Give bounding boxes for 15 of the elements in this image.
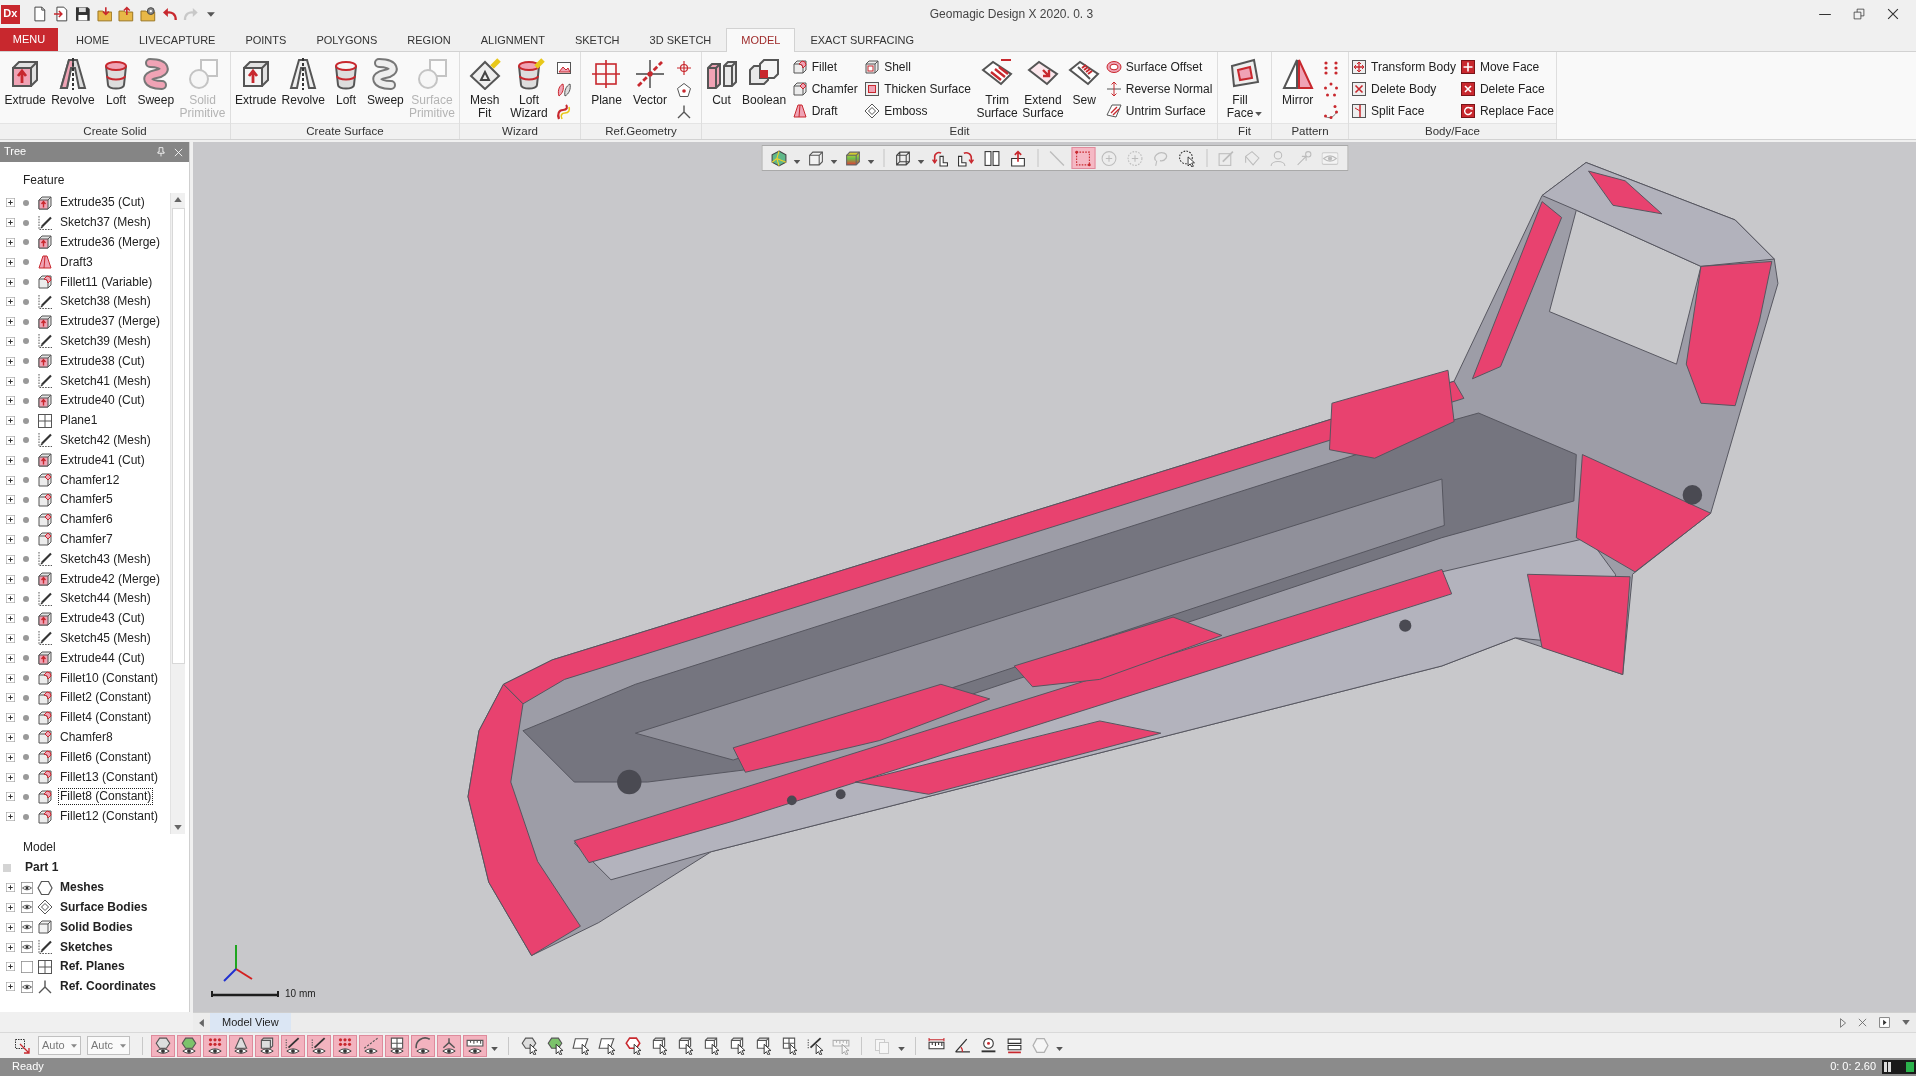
- status-message: Ready: [12, 1060, 44, 1074]
- group-label: Create Surface: [306, 125, 384, 137]
- panel-title: Tree: [4, 145, 28, 159]
- section-heading: Model: [23, 840, 56, 854]
- group-label: Edit: [949, 125, 970, 137]
- group-label: Fit: [1238, 125, 1251, 137]
- group-label: Pattern: [1291, 125, 1329, 137]
- section-heading: Feature: [23, 173, 65, 187]
- window-title: Geomagic Design X 2020. 0. 3: [929, 6, 1094, 21]
- group-label: Body/Face: [1425, 125, 1480, 137]
- group-label: Wizard: [502, 125, 538, 137]
- group-label: Ref.Geometry: [605, 125, 677, 137]
- status-readout: 0: 0: 2.60: [1830, 1060, 1876, 1074]
- scale-label: 10 mm: [285, 988, 316, 1000]
- group-label: Create Solid: [83, 125, 147, 137]
